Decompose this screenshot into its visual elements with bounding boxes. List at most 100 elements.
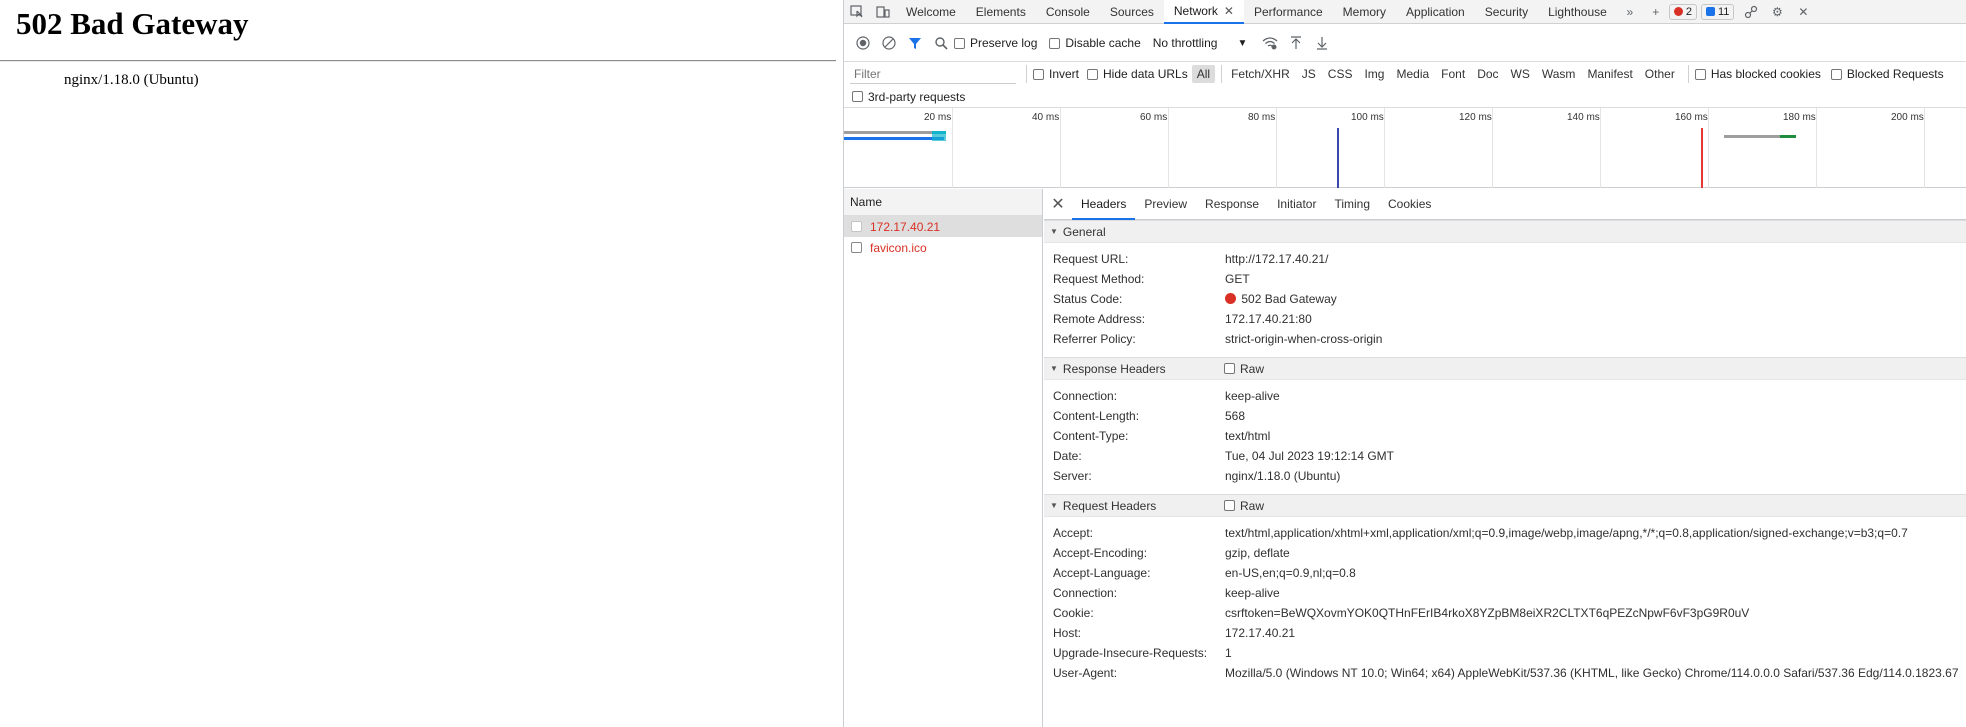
favicon-bar-waiting (1724, 135, 1780, 138)
message-count-badge[interactable]: 11 (1700, 3, 1735, 20)
tab-elements[interactable]: Elements (966, 0, 1036, 24)
settings-gear-icon[interactable]: ⚙ (1764, 0, 1790, 24)
header-key: Upgrade-Insecure-Requests: (1053, 646, 1208, 660)
has-blocked-cookies-checkbox[interactable] (1694, 68, 1706, 80)
preserve-log-toggle[interactable]: Preserve log (954, 36, 1037, 50)
filter-funnel-icon[interactable] (902, 31, 928, 55)
type-filter-img[interactable]: Img (1359, 65, 1389, 83)
tab-welcome[interactable]: Welcome (896, 0, 966, 24)
network-conditions-icon[interactable] (1257, 31, 1283, 55)
raw-toggle[interactable]: Raw (1224, 362, 1264, 376)
raw-checkbox[interactable] (1224, 500, 1235, 511)
expand-triangle-icon: ▼ (1050, 364, 1058, 373)
header-row: Cookie: csrftoken=BeWQXovmYOK0QTHnFErIB4… (1044, 603, 1966, 623)
type-filter-doc[interactable]: Doc (1472, 65, 1503, 83)
request-bar-waiting (844, 131, 932, 134)
tab-initiator[interactable]: Initiator (1268, 189, 1325, 220)
message-icon (1705, 7, 1715, 16)
search-icon[interactable] (928, 31, 954, 55)
request-row[interactable]: 172.17.40.21 (844, 216, 1042, 237)
response-headers-section-header[interactable]: ▼ Response Headers Raw (1044, 357, 1966, 380)
third-party-row: 3rd-party requests (844, 86, 1966, 108)
request-headers-section-header[interactable]: ▼ Request Headers Raw (1044, 494, 1966, 517)
clear-icon[interactable] (876, 31, 902, 55)
tab-network[interactable]: Network ✕ (1163, 0, 1244, 24)
tab-preview[interactable]: Preview (1135, 189, 1196, 220)
type-filter-fetch-xhr[interactable]: Fetch/XHR (1226, 65, 1295, 83)
grid-line (1384, 108, 1385, 188)
expand-triangle-icon: ▼ (1050, 501, 1058, 510)
close-detail-icon[interactable]: ✕ (1044, 194, 1072, 214)
raw-label: Raw (1240, 498, 1265, 513)
disable-cache-checkbox[interactable] (1049, 37, 1061, 49)
close-devtools-icon[interactable]: ✕ (1790, 0, 1816, 24)
tab-timing[interactable]: Timing (1325, 189, 1379, 220)
type-filter-wasm[interactable]: Wasm (1537, 65, 1581, 83)
blocked-requests-checkbox[interactable] (1830, 68, 1842, 80)
type-filter-other[interactable]: Other (1640, 65, 1680, 83)
blocked-requests-toggle[interactable]: Blocked Requests (1830, 67, 1944, 81)
tab-performance[interactable]: Performance (1244, 0, 1333, 24)
timeline-tick: 160 ms (1675, 112, 1708, 123)
timeline-tick: 20 ms (924, 112, 952, 123)
header-key: Request Method: (1053, 272, 1145, 286)
tab-sources[interactable]: Sources (1100, 0, 1164, 24)
customize-icon[interactable] (1738, 0, 1764, 24)
tab-lighthouse[interactable]: Lighthouse (1538, 0, 1617, 24)
add-tab-plus-icon[interactable]: + (1643, 0, 1669, 24)
device-toolbar-icon[interactable] (870, 0, 896, 24)
filter-input[interactable] (850, 64, 1016, 84)
network-toolbar: Preserve log Disable cache No throttling… (844, 25, 1966, 62)
third-party-toggle[interactable]: 3rd-party requests (852, 90, 965, 104)
raw-toggle[interactable]: Raw (1224, 499, 1264, 513)
third-party-checkbox[interactable] (852, 91, 863, 102)
error-count-badge[interactable]: 2 (1668, 3, 1697, 20)
name-column-header[interactable]: Name (844, 189, 1042, 216)
type-filter-all[interactable]: All (1191, 65, 1216, 83)
header-value: csrftoken=BeWQXovmYOK0QTHnFErIB4rkoX8YZp… (1225, 606, 1750, 620)
header-row: Date: Tue, 04 Jul 2023 19:12:14 GMT (1044, 446, 1966, 466)
tab-console[interactable]: Console (1036, 0, 1100, 24)
tab-memory[interactable]: Memory (1333, 0, 1396, 24)
timeline-tick: 180 ms (1783, 112, 1816, 123)
invert-toggle[interactable]: Invert (1033, 67, 1079, 81)
tab-cookies[interactable]: Cookies (1379, 189, 1440, 220)
type-filter-ws[interactable]: WS (1506, 65, 1535, 83)
header-key: Remote Address: (1053, 312, 1146, 326)
preserve-log-checkbox[interactable] (954, 37, 965, 49)
error-status-icon (1225, 293, 1236, 304)
tab-security[interactable]: Security (1475, 0, 1538, 24)
general-section-header[interactable]: ▼ General (1044, 220, 1966, 243)
hide-data-urls-checkbox[interactable] (1087, 68, 1099, 80)
header-key: Host: (1053, 626, 1082, 640)
hide-data-urls-toggle[interactable]: Hide data URLs (1087, 67, 1188, 81)
type-filter-media[interactable]: Media (1391, 65, 1434, 83)
request-name: 172.17.40.21 (870, 219, 941, 234)
has-blocked-cookies-toggle[interactable]: Has blocked cookies (1694, 67, 1821, 81)
network-overview-timeline[interactable]: 20 ms 40 ms 60 ms 80 ms 100 ms 120 ms 14… (844, 108, 1966, 188)
record-icon[interactable] (850, 31, 876, 55)
more-tabs-chevron-icon[interactable]: » (1617, 0, 1643, 24)
type-filter-manifest[interactable]: Manifest (1582, 65, 1637, 83)
type-filter-css[interactable]: CSS (1323, 65, 1358, 83)
header-key: Content-Length: (1053, 409, 1140, 423)
type-filter-font[interactable]: Font (1436, 65, 1470, 83)
import-har-upload-icon[interactable] (1283, 31, 1309, 55)
throttling-select[interactable]: No throttling ▼ (1153, 36, 1248, 50)
tab-headers[interactable]: Headers (1072, 189, 1136, 220)
header-row: Host: 172.17.40.21 (1044, 623, 1966, 643)
inspect-element-icon[interactable] (844, 0, 870, 24)
request-row[interactable]: favicon.ico (844, 237, 1042, 258)
type-filter-js[interactable]: JS (1297, 65, 1321, 83)
tab-response[interactable]: Response (1196, 189, 1268, 220)
disable-cache-toggle[interactable]: Disable cache (1049, 36, 1141, 50)
close-tab-icon[interactable]: ✕ (1224, 4, 1234, 18)
error-icon (1673, 7, 1683, 16)
header-row: Connection: keep-alive (1044, 583, 1966, 603)
disable-cache-label: Disable cache (1065, 36, 1141, 50)
tab-application[interactable]: Application (1396, 0, 1475, 24)
raw-checkbox[interactable] (1224, 363, 1235, 374)
export-har-download-icon[interactable] (1309, 31, 1335, 55)
header-row: Content-Length: 568 (1044, 406, 1966, 426)
invert-checkbox[interactable] (1033, 68, 1044, 80)
